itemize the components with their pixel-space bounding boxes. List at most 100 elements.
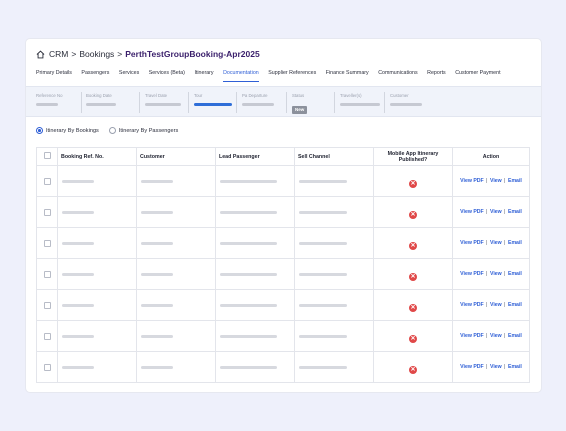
email-link[interactable]: Email bbox=[508, 240, 522, 246]
row-checkbox[interactable] bbox=[43, 333, 51, 340]
pa-departure-label: Pa Departure bbox=[242, 93, 268, 98]
documentation-table: Booking Ref. No. Customer Lead Passenger… bbox=[36, 147, 530, 383]
view-link[interactable]: View bbox=[490, 209, 502, 215]
view-link[interactable]: View bbox=[490, 271, 502, 277]
email-link[interactable]: Email bbox=[508, 302, 522, 308]
travel-date-label: Travel Date bbox=[145, 93, 168, 98]
action-separator: | bbox=[504, 209, 506, 215]
tab-passengers[interactable]: Passengers bbox=[81, 70, 109, 82]
customer-placeholder bbox=[141, 334, 173, 338]
divider bbox=[188, 92, 189, 113]
customer-placeholder bbox=[141, 272, 173, 276]
booking-info-bar: Reference No Booking Date Travel Date To… bbox=[26, 86, 541, 117]
row-select-cell bbox=[36, 196, 58, 228]
itinerary-by-passengers-option[interactable]: Itinerary By Passengers bbox=[108, 127, 178, 134]
table-row: ✕ View PDF | View | Email bbox=[36, 227, 530, 259]
view-pdf-link[interactable]: View PDF bbox=[460, 240, 484, 246]
lead-passenger-placeholder bbox=[220, 365, 277, 369]
customer-placeholder bbox=[390, 103, 422, 106]
pa-departure-field: Pa Departure bbox=[242, 93, 274, 106]
sell-channel-cell bbox=[294, 320, 374, 352]
booking-ref-cell bbox=[57, 320, 137, 352]
action-separator: | bbox=[486, 178, 488, 184]
breadcrumb-bookings[interactable]: Bookings bbox=[79, 49, 114, 59]
action-cell: View PDF | View | Email bbox=[452, 227, 530, 259]
sell-channel-cell bbox=[294, 258, 374, 290]
tour-field: Tour bbox=[194, 93, 232, 106]
tab-itinerary[interactable]: Itinerary bbox=[194, 70, 213, 82]
tab-services[interactable]: Services bbox=[119, 70, 139, 82]
sell-channel-cell bbox=[294, 289, 374, 321]
row-checkbox[interactable] bbox=[43, 364, 51, 371]
breadcrumb-crm[interactable]: CRM bbox=[49, 49, 68, 59]
tab-finance-summary[interactable]: Finance Summary bbox=[326, 70, 369, 82]
tab-reports[interactable]: Reports bbox=[427, 70, 446, 82]
tab-documentation[interactable]: Documentation bbox=[223, 70, 259, 82]
view-link[interactable]: View bbox=[490, 240, 502, 246]
view-pdf-link[interactable]: View PDF bbox=[460, 209, 484, 215]
tab-communications[interactable]: Communications bbox=[378, 70, 417, 82]
sell-channel-placeholder bbox=[299, 365, 347, 369]
view-pdf-link[interactable]: View PDF bbox=[460, 302, 484, 308]
table-row: ✕ View PDF | View | Email bbox=[36, 165, 530, 197]
tab-supplier-references[interactable]: Supplier References bbox=[268, 70, 316, 82]
home-icon[interactable] bbox=[36, 50, 45, 59]
divider bbox=[334, 92, 335, 113]
radio-selected-icon[interactable] bbox=[36, 127, 43, 134]
row-select-cell bbox=[36, 351, 58, 383]
row-checkbox[interactable] bbox=[43, 271, 51, 278]
itinerary-view-options: Itinerary By Bookings Itinerary By Passe… bbox=[36, 127, 188, 134]
view-pdf-link[interactable]: View PDF bbox=[460, 178, 484, 184]
travellers-placeholder bbox=[340, 103, 380, 106]
travellers-field: Traveller(s) bbox=[340, 93, 380, 106]
travel-date-field: Travel Date bbox=[145, 93, 181, 106]
view-pdf-link[interactable]: View PDF bbox=[460, 364, 484, 370]
view-pdf-link[interactable]: View PDF bbox=[460, 333, 484, 339]
view-link[interactable]: View bbox=[490, 302, 502, 308]
breadcrumb-separator: > bbox=[117, 49, 123, 59]
email-link[interactable]: Email bbox=[508, 333, 522, 339]
row-checkbox[interactable] bbox=[43, 240, 51, 247]
tour-label: Tour bbox=[194, 93, 203, 98]
view-pdf-link[interactable]: View PDF bbox=[460, 271, 484, 277]
view-link[interactable]: View bbox=[490, 333, 502, 339]
booking-ref-placeholder bbox=[62, 241, 94, 245]
row-checkbox[interactable] bbox=[43, 302, 51, 309]
tab-customer-payment[interactable]: Customer Payment bbox=[455, 70, 500, 82]
mobile-app-published-cell: ✕ bbox=[373, 258, 453, 290]
action-cell: View PDF | View | Email bbox=[452, 289, 530, 321]
mobile-app-published-cell: ✕ bbox=[373, 165, 453, 197]
divider bbox=[139, 92, 140, 113]
x-circle-icon: ✕ bbox=[409, 304, 417, 312]
view-link[interactable]: View bbox=[490, 178, 502, 184]
table-header-row: Booking Ref. No. Customer Lead Passenger… bbox=[36, 147, 530, 166]
select-all-checkbox[interactable] bbox=[43, 152, 51, 159]
status-field: Status New bbox=[292, 93, 308, 116]
customer-cell bbox=[136, 258, 216, 290]
tab-primary-details[interactable]: Primary Details bbox=[36, 70, 72, 82]
x-circle-icon: ✕ bbox=[409, 366, 417, 374]
lead-passenger-placeholder bbox=[220, 303, 277, 307]
action-separator: | bbox=[486, 209, 488, 215]
sell-channel-placeholder bbox=[299, 272, 347, 276]
email-link[interactable]: Email bbox=[508, 271, 522, 277]
lead-passenger-cell bbox=[215, 227, 295, 259]
select-all-cell bbox=[36, 147, 58, 166]
lead-passenger-cell bbox=[215, 196, 295, 228]
radio-unselected-icon[interactable] bbox=[108, 127, 116, 134]
email-link[interactable]: Email bbox=[508, 209, 522, 215]
tab-services-beta[interactable]: Services (Beta) bbox=[149, 70, 185, 82]
row-checkbox[interactable] bbox=[43, 178, 51, 185]
view-link[interactable]: View bbox=[490, 364, 502, 370]
action-cell: View PDF | View | Email bbox=[452, 320, 530, 352]
action-cell: View PDF | View | Email bbox=[452, 258, 530, 290]
email-link[interactable]: Email bbox=[508, 364, 522, 370]
row-select-cell bbox=[36, 320, 58, 352]
email-link[interactable]: Email bbox=[508, 178, 522, 184]
x-circle-icon: ✕ bbox=[409, 180, 417, 188]
row-checkbox[interactable] bbox=[43, 209, 51, 216]
customer-placeholder bbox=[141, 210, 173, 214]
action-separator: | bbox=[486, 240, 488, 246]
itinerary-by-bookings-option[interactable]: Itinerary By Bookings bbox=[36, 127, 99, 134]
lead-passenger-placeholder bbox=[220, 241, 277, 245]
